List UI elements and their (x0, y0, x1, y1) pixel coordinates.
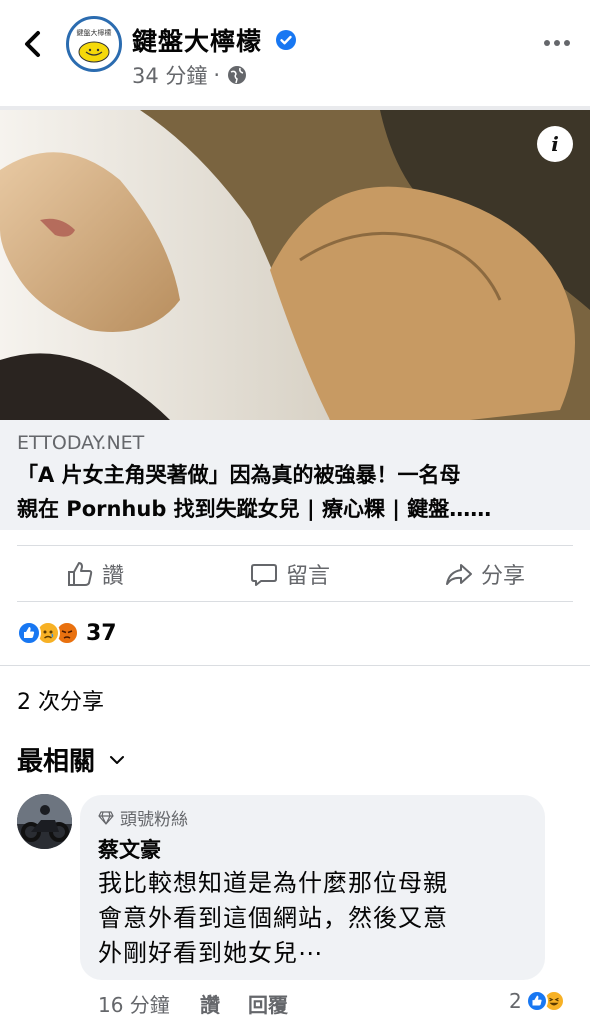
link-title-line: 「A 片女主角哭著做」因為真的被強暴！一名母 (17, 463, 461, 487)
like-button[interactable]: 讚 (66, 556, 124, 592)
comment-text: 我比較想知道是為什麼那位母親 會意外看到這個網站，然後又意 外剛好看到她女兒⋯ (98, 866, 538, 971)
post-meta: 34 分鐘 · (132, 60, 248, 90)
thumbs-up-icon (68, 562, 93, 586)
photo-illustration (0, 110, 590, 420)
like-reaction-icon (525, 990, 548, 1012)
back-icon[interactable] (18, 28, 48, 60)
link-preview-image[interactable] (0, 110, 590, 420)
page-name[interactable]: 鍵盤大檸檬 (132, 22, 262, 58)
link-title-line: 親在 Pornhub 找到失蹤女兒 | 療心粿 | 鍵盤…… (17, 497, 492, 521)
share-label: 分享 (481, 564, 526, 589)
reaction-summary[interactable]: 37 (17, 619, 117, 647)
comment-reactions[interactable]: 2 (509, 989, 565, 1013)
diamond-icon (98, 810, 114, 825)
globe-icon (228, 66, 247, 84)
post-header: 鍵盤大檸檬 鍵盤大檸檬 34 分鐘 · (0, 0, 590, 106)
share-icon (446, 564, 472, 585)
post-time[interactable]: 34 分鐘 (132, 60, 207, 90)
link-title[interactable]: 「A 片女主角哭著做」因為真的被強暴！一名母 親在 Pornhub 找到失蹤女兒… (17, 458, 577, 526)
comment-button[interactable]: 留言 (250, 556, 330, 592)
logo-text: 鍵盤大檸檬 (77, 28, 112, 37)
more-icon[interactable] (542, 36, 572, 50)
comment-line: 我比較想知道是為什麼那位母親 (98, 869, 448, 897)
lemon-logo-icon: 鍵盤大檸檬 (77, 28, 112, 63)
comment-author[interactable]: 蔡文豪 (98, 834, 161, 864)
badge-label: 頭號粉絲 (120, 810, 188, 830)
link-domain: ETTODAY.NET (17, 432, 145, 454)
divider (17, 601, 573, 602)
like-label: 讚 (102, 564, 125, 589)
comment-time[interactable]: 16 分鐘 (98, 989, 170, 1018)
top-fan-badge: 頭號粉絲 (98, 805, 188, 830)
meta-separator: · (213, 63, 221, 87)
comment-icon (251, 564, 277, 586)
sort-label: 最相關 (17, 747, 96, 777)
share-button[interactable]: 分享 (445, 556, 525, 592)
comment-line: 外剛好看到她女兒⋯ (98, 939, 323, 967)
comment-line: 會意外看到這個網站，然後又意 (98, 904, 448, 932)
share-count[interactable]: 2 次分享 (17, 684, 104, 716)
chevron-down-icon (110, 755, 125, 764)
comment-label: 留言 (286, 564, 331, 589)
page-avatar[interactable]: 鍵盤大檸檬 (66, 16, 122, 72)
comment-sort-dropdown[interactable]: 最相關 (17, 741, 125, 778)
divider (17, 545, 573, 546)
like-reaction-icon (17, 621, 41, 645)
verified-icon (276, 30, 296, 50)
comment-reaction-count: 2 (509, 989, 522, 1013)
commenter-avatar[interactable] (17, 794, 72, 849)
motorcycle-photo (17, 794, 72, 849)
comment-like-button[interactable]: 讚 (200, 989, 220, 1018)
comment-reply-button[interactable]: 回覆 (248, 989, 288, 1018)
info-button[interactable]: i (537, 126, 573, 162)
reaction-count: 37 (86, 620, 117, 646)
divider (0, 665, 590, 666)
